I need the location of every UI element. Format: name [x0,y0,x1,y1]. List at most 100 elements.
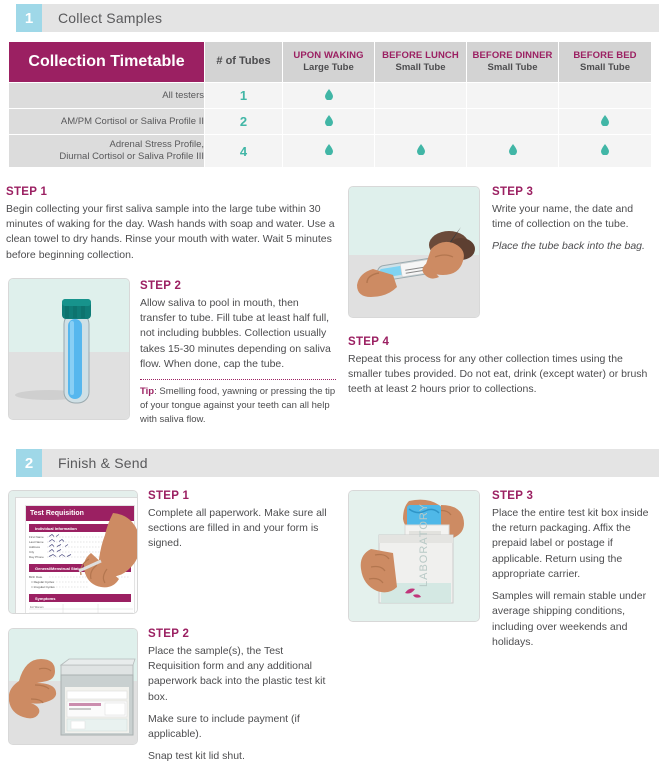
collect-step-3-note: Place the tube back into the bag. [492,240,645,253]
collect-step-2: STEP 2 Allow saliva to pool in mouth, th… [140,280,336,426]
collect-step-3-body: Write your name, the date and time of co… [492,203,634,231]
svg-text:Last Name: Last Name [29,540,44,544]
saliva-drop-icon [601,144,609,155]
form-section-1-label: Individual Information [35,526,77,531]
svg-text:For Women: For Women [30,605,44,609]
saliva-drop-icon [324,88,333,100]
collection-timetable: Collection Timetable # of Tubes UPON WAK… [8,41,652,168]
row-label-line1: AM/PM Cortisol or Saliva Profile II [60,115,204,127]
svg-text:□ Irregular Cycles: □ Irregular Cycles [31,585,55,589]
timetable-col-upon-waking: UPON WAKING Large Tube [282,41,375,83]
section-title-1: Collect Samples [58,10,163,26]
timetable-header-row: Collection Timetable # of Tubes UPON WAK… [8,41,652,83]
svg-text:Day Phone: Day Phone [29,555,44,559]
svg-text:City: City [29,550,35,554]
col-label-top: UPON WAKING [293,50,364,62]
svg-text:First Name: First Name [29,535,44,539]
collect-step-3-heading: STEP 3 [492,186,534,198]
svg-text:Address: Address [29,545,41,549]
form-section-3-label: Symptoms [35,596,56,601]
finish-step-3: STEP 3 Place the entire test kit box ins… [492,490,654,657]
timetable-title: Collection Timetable [8,41,205,83]
section-header-finish-send: 2 Finish & Send [16,449,659,477]
package-label-text: LABORATORY [418,503,430,587]
table-row: All testers 1 [8,82,652,109]
svg-text:Birth Date: Birth Date [29,575,43,579]
finish-step-3-heading: STEP 3 [492,490,534,502]
tip-body: : Smelling food, yawning or pressing the… [140,386,336,425]
finish-step-2-body3: Snap test kit lid shut. [148,750,245,763]
finish-step-1-heading: STEP 1 [148,490,190,502]
row-mark-cell-1 [374,82,467,109]
finish-step-2-body: Place the sample(s), the Test Requisitio… [148,645,326,703]
saliva-drop-icon [324,144,333,155]
tube-illustration [15,299,91,404]
saliva-tube-photo [8,278,130,420]
test-requisition-form-photo: Test Requisition Individual Information … [8,490,138,614]
row-mark-cell-2 [466,82,559,109]
section-title-2: Finish & Send [58,455,148,471]
collect-step-2-body: Allow saliva to pool in mouth, then tran… [140,297,331,370]
row-mark-cell-0 [282,134,375,168]
collect-step-3: STEP 3 Write your name, the date and tim… [492,186,654,262]
col-label-bottom: Small Tube [395,62,446,73]
col-label-bottom: Small Tube [487,62,538,73]
row-mark-cell-3 [558,108,652,135]
row-label-line2: Diurnal Cortisol or Saliva Profile III [59,151,204,162]
finish-step-3-body2: Samples will remain stable under average… [492,590,647,648]
finish-step-2-body2: Make sure to include payment (if applica… [148,712,300,741]
row-tube-count: 4 [204,134,283,168]
col-label-top: BEFORE BED [573,50,637,62]
tip-divider [140,379,336,381]
saliva-drop-icon [601,114,609,126]
collect-step-4: STEP 4 Repeat this process for any other… [348,336,654,405]
saliva-drop-icon [324,114,333,126]
row-label-line1: All testers [162,89,204,101]
row-tube-count: 1 [204,82,283,109]
table-row: Adrenal Stress Profile, Diurnal Cortisol … [8,134,652,168]
section-number-1: 1 [16,4,42,32]
row-label: AM/PM Cortisol or Saliva Profile II [8,108,205,135]
collect-step-2-heading: STEP 2 [140,280,182,292]
row-label: All testers [8,82,205,109]
col-label-top: BEFORE LUNCH [382,50,459,62]
labeling-tube-photo [348,186,480,318]
row-mark-cell-0 [282,82,375,109]
finish-step-2-heading: STEP 2 [148,628,190,640]
row-mark-cell-3 [558,82,652,109]
row-label-line1: Adrenal Stress Profile, [109,139,204,151]
svg-text:□ Regular Cycles: □ Regular Cycles [31,580,54,584]
return-packaging-photo: LABORATORY [348,490,480,622]
finish-step-1: STEP 1 Complete all paperwork. Make sure… [148,490,338,559]
timetable-col-before-bed: BEFORE BED Small Tube [558,41,652,83]
row-mark-cell-3 [558,134,652,168]
col-label-bottom: Small Tube [580,62,630,73]
timetable-table: Collection Timetable # of Tubes UPON WAK… [8,41,652,168]
table-row: AM/PM Cortisol or Saliva Profile II 2 [8,108,652,135]
tip-label: Tip [140,386,155,398]
col-label-top: BEFORE DINNER [472,50,553,62]
finish-step-3-body: Place the entire test kit box inside the… [492,507,649,580]
section-number-2: 2 [16,449,42,477]
test-kit-box-photo [8,628,138,745]
collect-step-1-body: Begin collecting your first saliva sampl… [6,203,335,261]
row-mark-cell-1 [374,134,467,168]
collect-step-1-heading: STEP 1 [6,186,48,198]
saliva-drop-icon [416,144,425,155]
hands-placing-kit-in-mailer-illustration: LABORATORY [360,499,464,604]
timetable-col-tubes: # of Tubes [204,41,283,83]
col-label-bottom: Large Tube [303,62,354,73]
row-tube-count: 2 [204,108,283,135]
collect-step-4-body: Repeat this process for any other collec… [348,353,648,396]
hand-opening-kit-box-illustration [9,658,136,736]
finish-step-2: STEP 2 Place the sample(s), the Test Req… [148,628,338,772]
section-header-collect-samples: 1 Collect Samples [16,4,659,32]
finish-step-1-body: Complete all paperwork. Make sure all se… [148,507,327,550]
row-mark-cell-2 [466,108,559,135]
row-mark-cell-1 [374,108,467,135]
timetable-col-before-dinner: BEFORE DINNER Small Tube [466,41,559,83]
hand-signing-form-illustration [78,513,137,588]
hands-writing-on-tube-illustration [357,227,475,297]
timetable-col-before-lunch: BEFORE LUNCH Small Tube [374,41,467,83]
collect-step-2-tip: Tip: Smelling food, yawning or pressing … [140,385,336,426]
